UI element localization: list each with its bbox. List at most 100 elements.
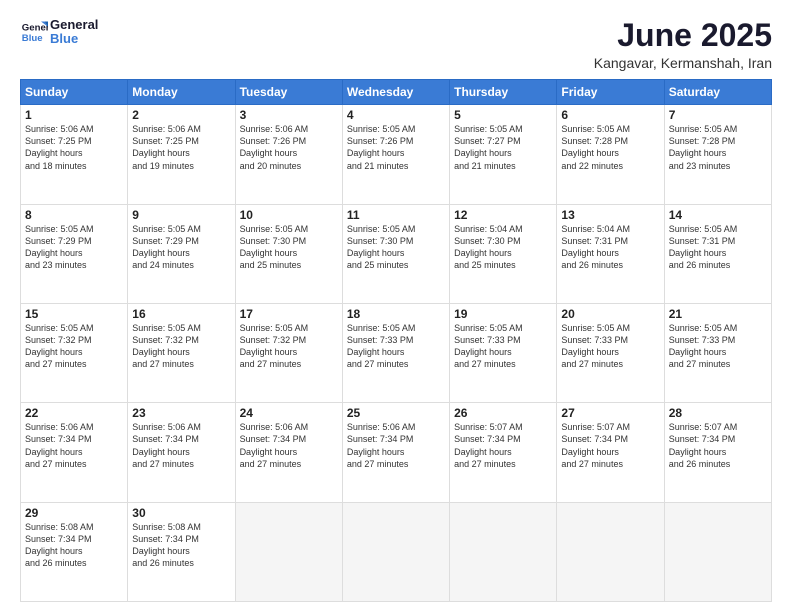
calendar-cell: 20 Sunrise: 5:05 AMSunset: 7:33 PMDayligh… xyxy=(557,303,664,402)
day-number: 18 xyxy=(347,307,445,321)
cell-info: Sunrise: 5:05 AMSunset: 7:28 PMDaylight … xyxy=(561,124,630,170)
cell-info: Sunrise: 5:07 AMSunset: 7:34 PMDaylight … xyxy=(669,422,738,468)
day-number: 21 xyxy=(669,307,767,321)
day-header: Tuesday xyxy=(235,80,342,105)
day-number: 7 xyxy=(669,108,767,122)
calendar-cell: 16 Sunrise: 5:05 AMSunset: 7:32 PMDayligh… xyxy=(128,303,235,402)
cell-info: Sunrise: 5:06 AMSunset: 7:26 PMDaylight … xyxy=(240,124,309,170)
header: General Blue General Blue June 2025 Kang… xyxy=(20,18,772,71)
calendar-header-row: SundayMondayTuesdayWednesdayThursdayFrid… xyxy=(21,80,772,105)
calendar-body: 1Sunrise: 5:06 AMSunset: 7:25 PMDaylight… xyxy=(21,105,772,602)
day-number: 26 xyxy=(454,406,552,420)
calendar-cell: 9Sunrise: 5:05 AMSunset: 7:29 PMDaylight… xyxy=(128,204,235,303)
cell-info: Sunrise: 5:05 AMSunset: 7:28 PMDaylight … xyxy=(669,124,738,170)
logo-line1: General xyxy=(50,18,98,32)
cell-info: Sunrise: 5:05 AMSunset: 7:27 PMDaylight … xyxy=(454,124,523,170)
calendar-row: 15Sunrise: 5:05 AMSunset: 7:32 PMDayligh… xyxy=(21,303,772,402)
calendar-cell: 27 Sunrise: 5:07 AMSunset: 7:34 PMDayligh… xyxy=(557,403,664,502)
calendar-cell: 6 Sunrise: 5:05 AMSunset: 7:28 PMDaylight… xyxy=(557,105,664,204)
calendar-cell: 1Sunrise: 5:06 AMSunset: 7:25 PMDaylight… xyxy=(21,105,128,204)
day-header: Sunday xyxy=(21,80,128,105)
calendar-cell: 15Sunrise: 5:05 AMSunset: 7:32 PMDayligh… xyxy=(21,303,128,402)
svg-text:General: General xyxy=(22,23,48,34)
cell-info: Sunrise: 5:05 AMSunset: 7:32 PMDaylight … xyxy=(25,323,94,369)
cell-info: Sunrise: 5:05 AMSunset: 7:26 PMDaylight … xyxy=(347,124,416,170)
cell-info: Sunrise: 5:08 AMSunset: 7:34 PMDaylight … xyxy=(132,522,201,568)
day-number: 6 xyxy=(561,108,659,122)
day-number: 27 xyxy=(561,406,659,420)
day-number: 5 xyxy=(454,108,552,122)
title-block: June 2025 Kangavar, Kermanshah, Iran xyxy=(594,18,772,71)
day-number: 20 xyxy=(561,307,659,321)
cell-info: Sunrise: 5:05 AMSunset: 7:33 PMDaylight … xyxy=(561,323,630,369)
day-number: 8 xyxy=(25,208,123,222)
cell-info: Sunrise: 5:05 AMSunset: 7:32 PMDaylight … xyxy=(240,323,309,369)
svg-text:Blue: Blue xyxy=(22,33,43,44)
calendar-cell: 22 Sunrise: 5:06 AMSunset: 7:34 PMDayligh… xyxy=(21,403,128,502)
calendar-cell: 29 Sunrise: 5:08 AMSunset: 7:34 PMDayligh… xyxy=(21,502,128,601)
cell-info: Sunrise: 5:05 AMSunset: 7:33 PMDaylight … xyxy=(347,323,416,369)
day-number: 16 xyxy=(132,307,230,321)
day-number: 17 xyxy=(240,307,338,321)
cell-info: Sunrise: 5:07 AMSunset: 7:34 PMDaylight … xyxy=(561,422,630,468)
calendar-cell: 3 Sunrise: 5:06 AMSunset: 7:26 PMDaylight… xyxy=(235,105,342,204)
day-number: 4 xyxy=(347,108,445,122)
cell-info: Sunrise: 5:05 AMSunset: 7:29 PMDaylight … xyxy=(132,224,201,270)
calendar-cell xyxy=(557,502,664,601)
calendar-table: SundayMondayTuesdayWednesdayThursdayFrid… xyxy=(20,79,772,602)
calendar-cell: 23Sunrise: 5:06 AMSunset: 7:34 PMDayligh… xyxy=(128,403,235,502)
calendar-cell: 24 Sunrise: 5:06 AMSunset: 7:34 PMDayligh… xyxy=(235,403,342,502)
calendar-row: 8 Sunrise: 5:05 AMSunset: 7:29 PMDaylight… xyxy=(21,204,772,303)
calendar-cell xyxy=(342,502,449,601)
logo: General Blue General Blue xyxy=(20,18,98,47)
calendar-cell xyxy=(664,502,771,601)
day-number: 14 xyxy=(669,208,767,222)
calendar-cell: 21Sunrise: 5:05 AMSunset: 7:33 PMDayligh… xyxy=(664,303,771,402)
day-number: 25 xyxy=(347,406,445,420)
calendar-row: 22 Sunrise: 5:06 AMSunset: 7:34 PMDayligh… xyxy=(21,403,772,502)
day-number: 24 xyxy=(240,406,338,420)
calendar-cell: 5 Sunrise: 5:05 AMSunset: 7:27 PMDaylight… xyxy=(450,105,557,204)
calendar-cell: 18 Sunrise: 5:05 AMSunset: 7:33 PMDayligh… xyxy=(342,303,449,402)
calendar-cell: 25 Sunrise: 5:06 AMSunset: 7:34 PMDayligh… xyxy=(342,403,449,502)
day-number: 22 xyxy=(25,406,123,420)
cell-info: Sunrise: 5:05 AMSunset: 7:30 PMDaylight … xyxy=(240,224,309,270)
day-header: Wednesday xyxy=(342,80,449,105)
calendar-cell: 30Sunrise: 5:08 AMSunset: 7:34 PMDayligh… xyxy=(128,502,235,601)
cell-info: Sunrise: 5:04 AMSunset: 7:30 PMDaylight … xyxy=(454,224,523,270)
day-header: Saturday xyxy=(664,80,771,105)
cell-info: Sunrise: 5:06 AMSunset: 7:34 PMDaylight … xyxy=(25,422,94,468)
day-number: 3 xyxy=(240,108,338,122)
cell-info: Sunrise: 5:08 AMSunset: 7:34 PMDaylight … xyxy=(25,522,94,568)
cell-info: Sunrise: 5:05 AMSunset: 7:29 PMDaylight … xyxy=(25,224,94,270)
calendar-cell: 7 Sunrise: 5:05 AMSunset: 7:28 PMDaylight… xyxy=(664,105,771,204)
cell-info: Sunrise: 5:06 AMSunset: 7:34 PMDaylight … xyxy=(347,422,416,468)
calendar-cell: 10Sunrise: 5:05 AMSunset: 7:30 PMDayligh… xyxy=(235,204,342,303)
cell-info: Sunrise: 5:05 AMSunset: 7:33 PMDaylight … xyxy=(454,323,523,369)
cell-info: Sunrise: 5:05 AMSunset: 7:32 PMDaylight … xyxy=(132,323,201,369)
calendar-cell: 17 Sunrise: 5:05 AMSunset: 7:32 PMDayligh… xyxy=(235,303,342,402)
day-number: 1 xyxy=(25,108,123,122)
cell-info: Sunrise: 5:05 AMSunset: 7:31 PMDaylight … xyxy=(669,224,738,270)
day-number: 2 xyxy=(132,108,230,122)
calendar-cell: 12Sunrise: 5:04 AMSunset: 7:30 PMDayligh… xyxy=(450,204,557,303)
cell-info: Sunrise: 5:04 AMSunset: 7:31 PMDaylight … xyxy=(561,224,630,270)
calendar-cell xyxy=(450,502,557,601)
logo-icon: General Blue xyxy=(20,18,48,46)
calendar-cell: 28 Sunrise: 5:07 AMSunset: 7:34 PMDayligh… xyxy=(664,403,771,502)
subtitle: Kangavar, Kermanshah, Iran xyxy=(594,55,772,71)
day-number: 13 xyxy=(561,208,659,222)
cell-info: Sunrise: 5:07 AMSunset: 7:34 PMDaylight … xyxy=(454,422,523,468)
calendar-cell: 13 Sunrise: 5:04 AMSunset: 7:31 PMDayligh… xyxy=(557,204,664,303)
day-number: 19 xyxy=(454,307,552,321)
calendar-cell: 4 Sunrise: 5:05 AMSunset: 7:26 PMDaylight… xyxy=(342,105,449,204)
day-header: Monday xyxy=(128,80,235,105)
calendar-cell: 19 Sunrise: 5:05 AMSunset: 7:33 PMDayligh… xyxy=(450,303,557,402)
calendar-cell: 11Sunrise: 5:05 AMSunset: 7:30 PMDayligh… xyxy=(342,204,449,303)
day-number: 28 xyxy=(669,406,767,420)
cell-info: Sunrise: 5:06 AMSunset: 7:34 PMDaylight … xyxy=(240,422,309,468)
day-number: 29 xyxy=(25,506,123,520)
logo-line2: Blue xyxy=(50,32,98,46)
day-header: Friday xyxy=(557,80,664,105)
cell-info: Sunrise: 5:05 AMSunset: 7:30 PMDaylight … xyxy=(347,224,416,270)
